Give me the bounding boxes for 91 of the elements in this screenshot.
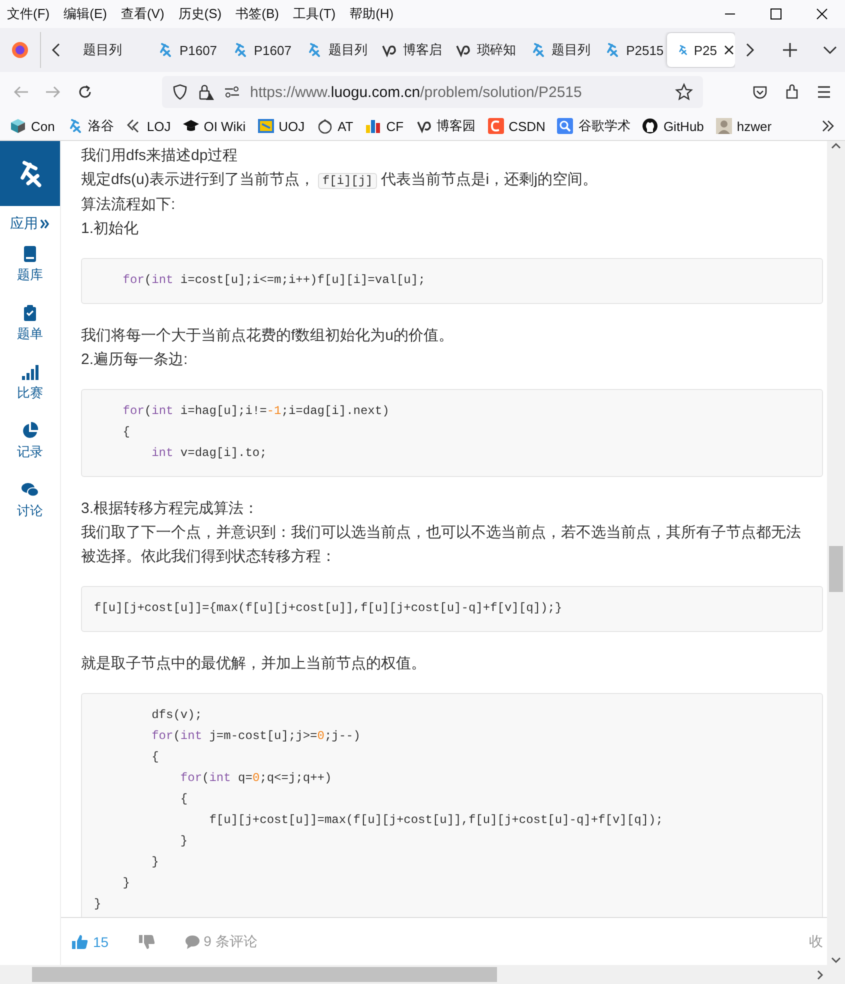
bookmark[interactable]: UOJ	[258, 118, 305, 134]
paragraph: 算法流程如下:	[81, 195, 176, 215]
double-chevron-icon[interactable]	[821, 119, 835, 133]
c-logo-icon	[488, 118, 504, 134]
luogu-icon	[157, 42, 174, 58]
chevron-down-icon[interactable]	[822, 45, 838, 55]
plus-icon[interactable]	[782, 42, 798, 58]
code-block: f[u][j+cost[u]]={max(f[u][j+cost[u]],f[u][j+cost[u]-q]+f[v][q]);}	[81, 586, 823, 632]
menu-item[interactable]: 书签(B)	[228, 5, 286, 23]
speech-bubble-icon	[184, 934, 200, 948]
paragraph: 我们取了下一个点，并意识到：我们可以选当前点，也可以不选当前点，若不选当前点，其所有子节点都无法被选择。依此我们得到状态转移方程：	[81, 523, 802, 567]
sidebar-item[interactable]: 讨论	[17, 481, 43, 520]
paragraph: 我们用dfs来描述dp过程	[81, 146, 239, 166]
paragraph: 就是取子节点中的最优解，并加上当前节点的权值。	[81, 654, 427, 674]
reload-icon[interactable]	[77, 84, 93, 100]
bookmark[interactable]: GitHub	[642, 118, 704, 134]
bookmark[interactable]: hzwer	[716, 118, 772, 134]
bookmark[interactable]: 博客园	[416, 117, 476, 135]
luogu-icon	[306, 42, 322, 58]
scroll-up-icon[interactable]	[831, 141, 841, 151]
sidebar-item[interactable]: 比赛	[17, 363, 43, 402]
double-chevron-icon	[40, 219, 50, 229]
chat-icon	[21, 481, 39, 499]
bookmark[interactable]: LOJ	[126, 118, 171, 134]
site-logo[interactable]	[0, 141, 60, 206]
code-block: for(int i=hag[u];i!=-1;i=dag[i].next) { int v=dag[i].to;	[81, 389, 823, 477]
browser-tab[interactable]: P1607	[145, 33, 220, 67]
close-icon[interactable]	[723, 44, 735, 56]
book-icon	[21, 245, 39, 263]
bar-chart-icon	[365, 118, 382, 134]
scrollbar-thumb[interactable]	[829, 546, 843, 592]
menu-item[interactable]: 文件(F)	[0, 5, 57, 23]
code-block: dfs(v); for(int j=m-cost[u];j>=0;j--) { for(int q=0;q<=j;q++) { f[u][j+cost[u]]=max(f[u][j+cost[u]],f[u][j+cost[u]-q]+f[v][q]); } } } }	[81, 693, 823, 917]
bookmark[interactable]: OI Wiki	[182, 118, 246, 134]
browser-tab[interactable]: P1607	[220, 33, 294, 67]
graduation-cap-icon	[182, 118, 199, 134]
browser-tab[interactable]: 博客启	[368, 33, 444, 67]
bookmark[interactable]: 谷歌学术	[557, 117, 630, 135]
menu-item[interactable]: 查看(V)	[114, 5, 172, 23]
scroll-right-icon[interactable]	[815, 970, 825, 980]
sidebar-item[interactable]: 题库	[17, 245, 43, 284]
paragraph: 3.根据转移方程完成算法：	[81, 499, 260, 519]
search-icon	[557, 118, 574, 134]
browser-logo-icon[interactable]	[11, 41, 29, 59]
thumbs-down-icon[interactable]	[138, 934, 155, 950]
apps-menu[interactable]: 应用	[10, 215, 50, 233]
shield-icon[interactable]	[172, 84, 188, 100]
cube-icon	[10, 118, 26, 134]
bookmark[interactable]: CSDN	[488, 118, 546, 134]
browser-tab[interactable]: P25	[666, 33, 735, 67]
bookmark[interactable]: 洛谷	[66, 117, 114, 135]
luogu-icon	[676, 42, 688, 58]
menu-item[interactable]: 工具(T)	[286, 5, 343, 23]
browser-tab[interactable]: P2515	[592, 33, 666, 67]
browser-tab[interactable]: 题目列	[71, 33, 146, 67]
chevron-right-icon[interactable]	[745, 42, 755, 58]
paragraph: 1.初始化	[81, 219, 140, 239]
pocket-icon[interactable]	[752, 84, 768, 100]
avatar-icon	[716, 118, 732, 134]
permissions-icon[interactable]	[224, 84, 240, 100]
scroll-down-icon[interactable]	[831, 955, 841, 965]
browser-tab[interactable]: 琐碎知	[443, 33, 518, 67]
thumbs-up-icon	[72, 934, 88, 950]
signal-bars-icon	[21, 363, 39, 381]
puzzle-icon[interactable]	[784, 84, 800, 100]
menu-item[interactable]: 帮助(H)	[342, 5, 401, 23]
paragraph: 我们将每一个大于当前点花费的f数组初始化为u的价值。	[81, 326, 455, 346]
bookmark[interactable]: AT	[316, 118, 354, 134]
code-block: for(int i=cost[u];i<=m;i++)f[u][i]=val[u];	[81, 258, 823, 304]
star-icon[interactable]	[675, 83, 693, 101]
bookmark[interactable]: CF	[365, 118, 404, 134]
uoj-logo-icon	[258, 118, 274, 134]
address-bar[interactable]: https://www.luogu.com.cn/problem/solution/P2515	[162, 76, 703, 108]
browser-tab[interactable]: 题目列	[518, 33, 592, 67]
clipboard-icon	[21, 304, 39, 322]
menu-icon[interactable]	[816, 84, 832, 100]
menu-item[interactable]: 历史(S)	[171, 5, 229, 23]
sidebar-item[interactable]: 记录	[17, 422, 43, 461]
pie-chart-icon	[21, 422, 39, 440]
bookmark[interactable]: Con	[10, 118, 55, 134]
browser-tab[interactable]: 题目列	[294, 33, 369, 67]
chevron-left-icon[interactable]	[51, 42, 61, 58]
paragraph: 2.遍历每一条边:	[81, 350, 189, 370]
paragraph: 规定dfs(u)表示进行到了当前节点， f[i][j] 代表当前节点是i，还剩j的空间。	[81, 170, 598, 191]
sidebar-item[interactable]: 题单	[17, 304, 43, 343]
luogu-icon	[604, 42, 620, 58]
lock-warning-icon[interactable]	[198, 84, 214, 100]
url-text: https://www.luogu.com.cn/problem/solution/P2515	[250, 84, 583, 100]
scrollbar-thumb[interactable]	[32, 967, 497, 982]
octocat-icon	[642, 118, 658, 134]
menu-item[interactable]: 编辑(E)	[56, 5, 114, 23]
